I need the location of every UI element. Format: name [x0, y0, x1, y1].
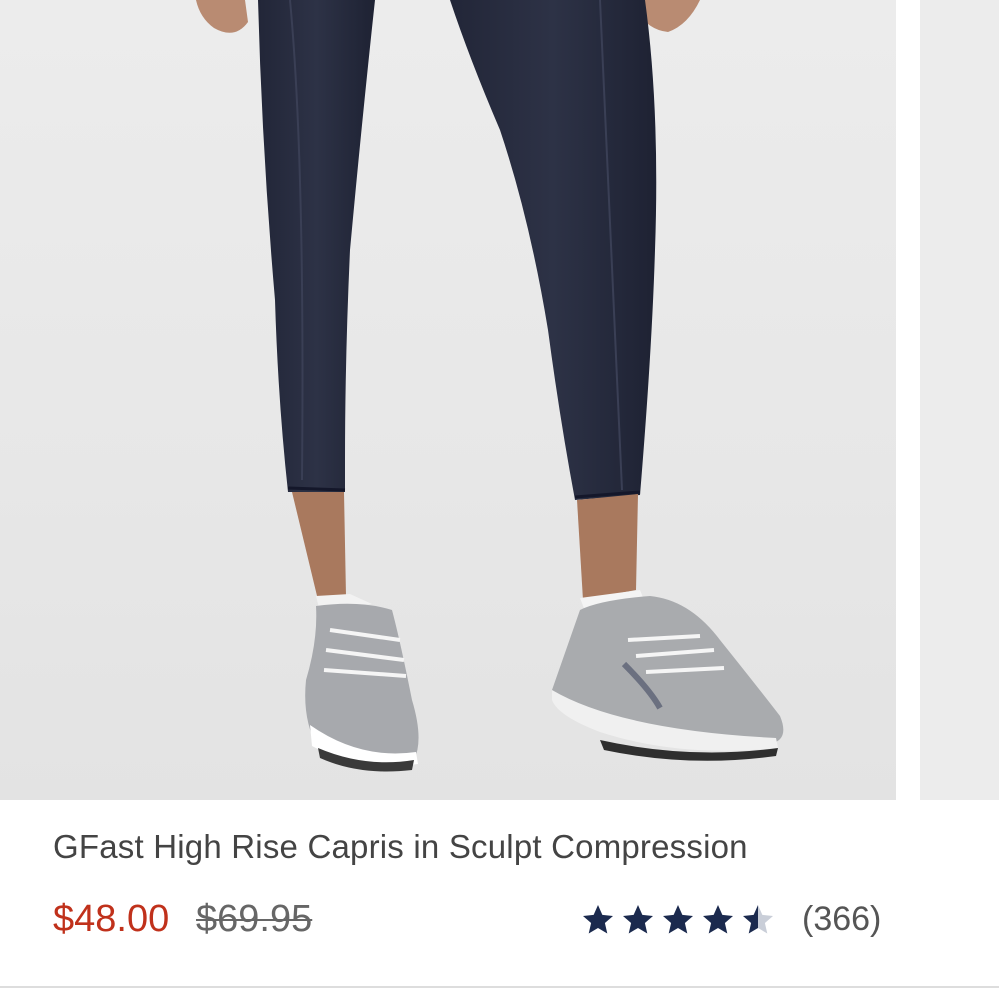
star-icon [583, 904, 613, 933]
review-count[interactable]: (366) [802, 900, 881, 939]
divider [0, 986, 999, 988]
product-image[interactable] [0, 0, 896, 800]
star-icon [623, 904, 653, 933]
half-star-icon [743, 904, 773, 933]
star-icon [703, 904, 733, 933]
rating[interactable]: (366) [580, 900, 881, 939]
product-name[interactable]: GFast High Rise Capris in Sculpt Compres… [53, 828, 748, 866]
star-icon [663, 904, 693, 933]
original-price: $69.95 [196, 898, 313, 940]
product-card[interactable]: GFast High Rise Capris in Sculpt Compres… [0, 0, 999, 1000]
next-product-image-edge[interactable] [920, 0, 999, 800]
sale-price: $48.00 [53, 898, 170, 940]
rating-stars [580, 902, 776, 938]
